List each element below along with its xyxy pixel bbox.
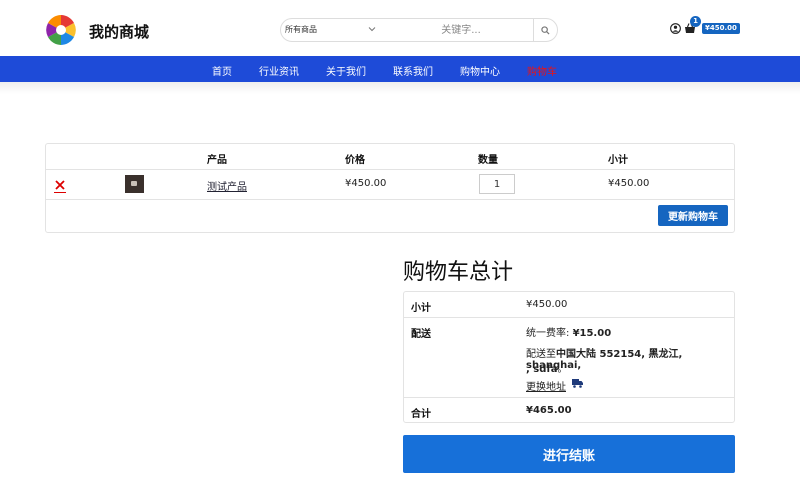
- search-input[interactable]: [391, 22, 531, 38]
- nav-item-shop[interactable]: 购物中心: [460, 63, 500, 78]
- shipping-label: 配送: [411, 329, 431, 340]
- proceed-to-checkout-button[interactable]: 进行结账: [403, 435, 735, 473]
- search-icon: [541, 25, 550, 35]
- chevron-down-icon: [368, 27, 376, 32]
- cart-total-badge[interactable]: ¥450.00: [702, 23, 740, 34]
- cart-table-header: 产品 价格 数量 小计: [46, 144, 734, 170]
- remove-underline: [54, 192, 66, 193]
- nav-item-home[interactable]: 首页: [212, 63, 232, 78]
- nav-item-cart[interactable]: 购物车: [527, 63, 557, 78]
- search-bar: 所有商品: [280, 18, 558, 42]
- search-category-select[interactable]: 所有商品: [285, 24, 317, 35]
- subtotal-value: ¥450.00: [526, 299, 568, 310]
- column-header-quantity: 数量: [478, 155, 498, 166]
- site-logo[interactable]: [44, 13, 78, 47]
- cart-count-badge: 1: [690, 16, 701, 27]
- site-title[interactable]: 我的商城: [89, 21, 149, 42]
- shipping-rate: 统一费率: ¥15.00: [526, 328, 612, 339]
- cart-item-row: 测试产品 ¥450.00 ¥450.00: [46, 170, 734, 200]
- subtotal-label: 小计: [411, 303, 431, 314]
- remove-item-icon[interactable]: [55, 180, 65, 190]
- cart-totals-title: 购物车总计: [403, 260, 514, 285]
- quantity-input[interactable]: [479, 174, 515, 194]
- truck-icon: [572, 379, 583, 388]
- totals-row-subtotal: 小计 ¥450.00: [404, 292, 734, 318]
- main-nav: 首页 行业资讯 关于我们 联系我们 购物中心 购物车: [0, 56, 800, 82]
- totals-row-shipping: 配送 统一费率: ¥15.00 配送至中国大陆 552154, 黑龙江, sha…: [404, 318, 734, 398]
- total-value: ¥465.00: [526, 405, 572, 416]
- totals-row-total: 合计 ¥465.00: [404, 398, 734, 423]
- product-price: ¥450.00: [345, 178, 387, 189]
- nav-item-industry-news[interactable]: 行业资讯: [259, 63, 299, 78]
- update-cart-button[interactable]: 更新购物车: [658, 205, 728, 226]
- product-name-link[interactable]: 测试产品: [207, 178, 247, 193]
- column-header-price: 价格: [345, 155, 365, 166]
- product-subtotal: ¥450.00: [608, 178, 650, 189]
- product-thumbnail[interactable]: [125, 175, 144, 193]
- column-header-subtotal: 小计: [608, 155, 628, 166]
- search-button[interactable]: [533, 19, 557, 41]
- user-account-icon[interactable]: [670, 23, 681, 34]
- site-header: 我的商城 所有商品 1 ¥450.00: [0, 0, 800, 56]
- nav-divider: [0, 82, 800, 94]
- column-header-product: 产品: [207, 155, 227, 166]
- cart-totals-table: 小计 ¥450.00 配送 统一费率: ¥15.00 配送至中国大陆 55215…: [403, 291, 735, 423]
- change-address-link[interactable]: 更换地址: [526, 378, 566, 393]
- nav-item-contact[interactable]: 联系我们: [393, 63, 433, 78]
- nav-item-about[interactable]: 关于我们: [326, 63, 366, 78]
- ship-to-line2: , sdfa。: [526, 364, 568, 375]
- cart-table: 产品 价格 数量 小计 测试产品 ¥450.00 ¥450.00 更新购物车: [45, 143, 735, 233]
- total-label: 合计: [411, 409, 431, 420]
